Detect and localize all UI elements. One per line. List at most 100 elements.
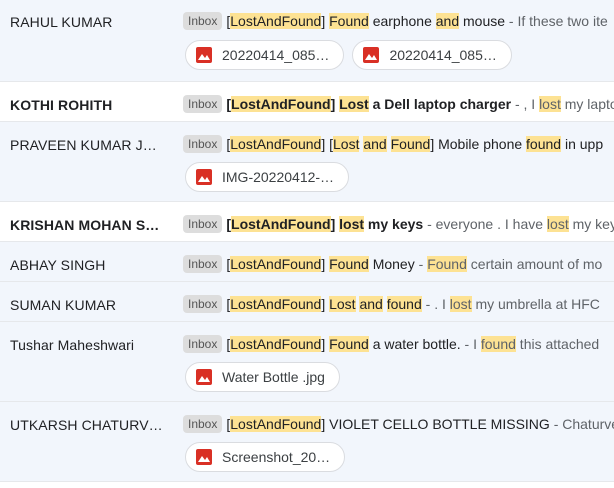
sender-name: ABHAY SINGH	[10, 257, 106, 273]
image-icon	[196, 47, 212, 63]
attachment-chip[interactable]: IMG-20220412-…	[185, 162, 350, 192]
attachment-list: Water Bottle .jpg	[185, 362, 348, 392]
search-highlight: lost	[449, 296, 472, 312]
subject: [LostAndFound] Found Money	[226, 256, 415, 272]
attachment-name: IMG-20220412-…	[222, 169, 335, 185]
attachment-list: IMG-20220412-…	[185, 162, 357, 192]
subject-text: ] Mobile phone	[430, 136, 527, 152]
sender-name: KOTHI ROHITH	[10, 97, 113, 113]
snippet: - I found this attached	[461, 336, 600, 352]
snippet-text: - . I	[421, 296, 450, 312]
email-summary: Inbox [LostAndFound] Lost and found - . I…	[183, 294, 614, 314]
image-icon	[196, 369, 212, 385]
search-highlight: Found	[390, 136, 431, 152]
email-summary: Inbox [LostAndFound] Found Money - Found …	[183, 254, 614, 274]
search-highlight: LostAndFound	[230, 296, 322, 312]
snippet: - everyone . I have lost my keys	[423, 216, 614, 232]
sender-name: SUMAN KUMAR	[10, 297, 117, 313]
subject: [LostAndFound] [Lost and Found] Mobile p…	[226, 136, 603, 152]
subject-text: ]	[330, 216, 340, 232]
sender-name: RAHUL KUMAR	[10, 14, 113, 30]
snippet-text: certain amount of mo	[466, 256, 603, 272]
email-row[interactable]: Tushar Maheshwari Inbox [LostAndFound] Fou…	[0, 322, 614, 402]
search-highlight: Found	[427, 256, 467, 272]
inbox-label: Inbox	[183, 215, 223, 233]
search-highlight: and	[359, 296, 383, 312]
subject-text: ]	[321, 336, 330, 352]
snippet-text: my keys	[572, 216, 614, 232]
email-list: RAHUL KUMAR Inbox [LostAndFound] Found ear…	[0, 0, 614, 482]
inbox-label: Inbox	[183, 415, 223, 433]
inbox-label: Inbox	[183, 335, 223, 353]
snippet-text: - Chaturved	[553, 416, 614, 432]
snippet-text: -	[414, 256, 428, 272]
email-row[interactable]: PRAVEEN KUMAR J… Inbox [LostAndFound] [Los…	[0, 122, 614, 202]
attachment-name: 20220414_085…	[389, 47, 497, 63]
inbox-label: Inbox	[183, 12, 223, 30]
snippet-text: - everyone . I have	[423, 216, 547, 232]
inbox-label: Inbox	[183, 135, 223, 153]
snippet-text: my umbrella at HFC	[471, 296, 600, 312]
inbox-label: Inbox	[183, 295, 223, 313]
subject-text: a water bottle.	[368, 336, 461, 352]
search-highlight: Lost	[329, 296, 356, 312]
inbox-label: Inbox	[183, 95, 223, 113]
sender-name: KRISHAN MOHAN S…	[10, 217, 160, 233]
subject-text: ] VIOLET CELLO BOTTLE MISSING	[321, 416, 550, 432]
snippet-text: this attached	[515, 336, 600, 352]
attachment-chip[interactable]: 20220414_085…	[185, 40, 345, 70]
snippet-text: my laptop	[564, 96, 614, 112]
attachment-chip[interactable]: 20220414_085…	[352, 40, 512, 70]
search-highlight: Found	[329, 13, 369, 29]
attachment-name: 20220414_085…	[222, 47, 330, 63]
email-summary: Inbox [LostAndFound] Found earphone and m…	[183, 11, 614, 31]
attachment-chip[interactable]: Water Bottle .jpg	[185, 362, 340, 392]
snippet: - . I lost my umbrella at HFC	[422, 296, 600, 312]
snippet: - Chaturved	[550, 416, 614, 432]
email-row[interactable]: KRISHAN MOHAN S… Inbox [LostAndFound] lost…	[0, 202, 614, 242]
search-highlight: LostAndFound	[231, 216, 331, 232]
subject: [LostAndFound] Found a water bottle.	[226, 336, 461, 352]
subject: [LostAndFound] lost my keys	[226, 216, 423, 232]
email-summary: Inbox [LostAndFound] Lost a Dell laptop c…	[183, 94, 614, 114]
email-summary: Inbox [LostAndFound] lost my keys - every…	[183, 214, 614, 234]
email-row[interactable]: SUMAN KUMAR Inbox [LostAndFound] Lost and …	[0, 282, 614, 322]
subject: [LostAndFound] Lost and found	[226, 296, 422, 312]
search-highlight: found	[480, 336, 516, 352]
snippet: - , I lost my laptop	[511, 96, 614, 112]
email-row[interactable]: KOTHI ROHITH Inbox [LostAndFound] Lost a D…	[0, 82, 614, 122]
email-row[interactable]: UTKARSH CHATURV… Inbox [LostAndFound] VIOL…	[0, 402, 614, 482]
attachment-chip[interactable]: Screenshot_20…	[185, 442, 346, 472]
email-summary: Inbox [LostAndFound] VIOLET CELLO BOTTLE …	[183, 414, 614, 434]
subject-text: Money	[368, 256, 415, 272]
search-highlight: LostAndFound	[230, 416, 322, 432]
email-summary: Inbox [LostAndFound] Found a water bottle…	[183, 334, 614, 354]
search-highlight: Found	[329, 256, 369, 272]
search-highlight: Lost	[333, 136, 360, 152]
subject-text: ]	[321, 13, 330, 29]
subject-text: ]	[330, 96, 340, 112]
subject-text: a Dell laptop charger	[368, 96, 512, 112]
search-highlight: LostAndFound	[230, 136, 322, 152]
search-highlight: lost	[539, 96, 561, 112]
snippet: - Found certain amount of mo	[414, 256, 603, 272]
search-highlight: and	[363, 136, 387, 152]
subject-text: earphone	[368, 13, 436, 29]
subject-text: ]	[321, 296, 330, 312]
subject-text: in upp	[561, 136, 604, 152]
email-row[interactable]: RAHUL KUMAR Inbox [LostAndFound] Found ear…	[0, 0, 614, 82]
search-highlight: found	[386, 296, 422, 312]
search-highlight: Lost	[339, 96, 369, 112]
image-icon	[196, 449, 212, 465]
snippet: - If these two ite	[505, 13, 608, 29]
search-highlight: LostAndFound	[231, 96, 331, 112]
subject: [LostAndFound] VIOLET CELLO BOTTLE MISSI…	[226, 416, 550, 432]
attachment-name: Screenshot_20…	[222, 449, 331, 465]
search-highlight: LostAndFound	[230, 256, 322, 272]
search-highlight: LostAndFound	[230, 13, 322, 29]
search-highlight: lost	[339, 216, 365, 232]
search-highlight: found	[526, 136, 562, 152]
subject-text: my keys	[364, 216, 424, 232]
email-row[interactable]: ABHAY SINGH Inbox [LostAndFound] Found Mon…	[0, 242, 614, 282]
sender-name: Tushar Maheshwari	[10, 337, 135, 353]
